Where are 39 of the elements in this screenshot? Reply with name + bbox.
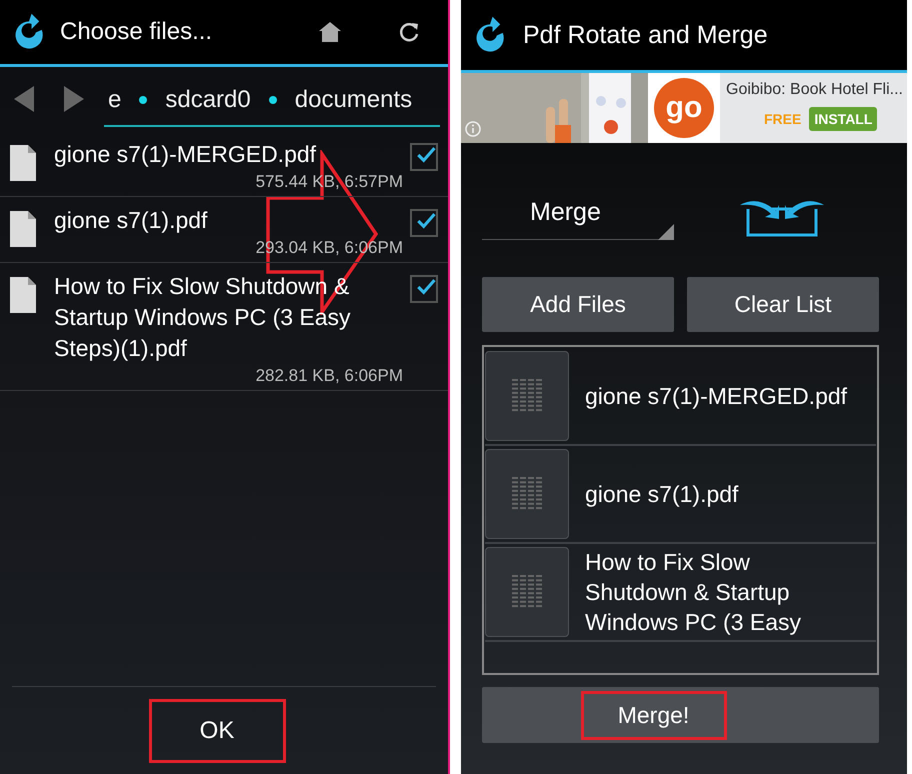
merge-button[interactable]: Merge!: [580, 690, 726, 740]
checkbox[interactable]: [410, 275, 438, 303]
home-icon[interactable]: [318, 21, 342, 43]
action-button[interactable]: Add Files: [482, 277, 674, 332]
separator-dot-icon: [268, 96, 277, 104]
drag-handle-icon[interactable]: [512, 477, 542, 511]
file-name[interactable]: gione s7(1).pdf: [585, 479, 738, 509]
file-name[interactable]: How to Fix Slow Shutdown & Startup Windows PC (3 Easy: [585, 547, 852, 637]
separator-dot-icon: [139, 96, 148, 104]
ok-button[interactable]: OK: [148, 698, 286, 762]
checkbox[interactable]: [410, 143, 438, 171]
dialog-title: Choose files...: [60, 18, 212, 46]
file-thumbnail[interactable]: [485, 547, 569, 637]
action-button[interactable]: Clear List: [687, 277, 879, 332]
back-icon[interactable]: [12, 84, 36, 114]
path-segment[interactable]: sdcard0: [165, 86, 251, 114]
checkbox[interactable]: [410, 209, 438, 237]
path-segment[interactable]: documents: [294, 86, 412, 114]
ad-title: Goibibo: Book Hotel Fli...: [726, 81, 903, 99]
drag-handle-icon[interactable]: [512, 575, 542, 609]
file-info: 282.81 KB, 6:06PM: [254, 366, 403, 386]
file-thumbnail[interactable]: [485, 449, 569, 539]
app-logo: go: [654, 78, 714, 138]
file-name[interactable]: gione s7(1)-MERGED.pdf: [585, 381, 848, 411]
ad-banner[interactable]: go Goibibo: Book Hotel Fli... FREE INSTALL: [461, 73, 907, 143]
file-icon: [8, 275, 38, 315]
app-title: Pdf Rotate and Merge: [523, 20, 768, 50]
path-segment[interactable]: e: [108, 86, 122, 114]
dropdown-corner-icon: [658, 224, 674, 240]
forward-icon[interactable]: [62, 84, 86, 114]
file-icon: [8, 209, 38, 249]
file-name[interactable]: gione s7(1)-MERGED.pdf: [54, 139, 394, 170]
file-name[interactable]: gione s7(1).pdf: [54, 205, 394, 236]
drag-handle-icon[interactable]: [512, 379, 542, 413]
info-icon[interactable]: [465, 121, 481, 137]
price-label: FREE: [764, 111, 802, 127]
file-thumbnail[interactable]: [485, 351, 569, 441]
file-icon: [8, 143, 38, 183]
refresh-icon[interactable]: [398, 21, 420, 43]
